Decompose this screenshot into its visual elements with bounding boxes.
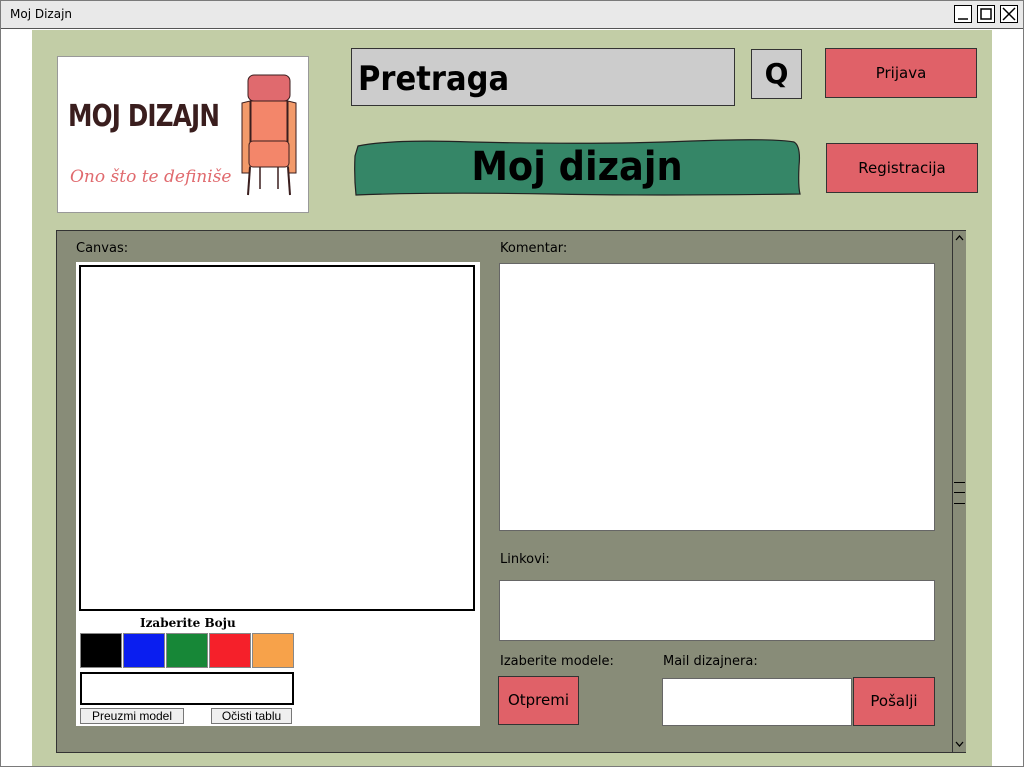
window-title: Moj Dizajn [10,7,73,21]
download-model-button[interactable]: Preuzmi model [80,708,184,724]
vertical-scrollbar[interactable] [952,231,966,752]
drawing-canvas[interactable] [79,265,475,611]
canvas-label: Canvas: [76,241,129,256]
scroll-thumb[interactable] [954,482,965,504]
send-button[interactable]: Pošalji [853,677,935,726]
models-label: Izaberite modele: [500,654,614,669]
search-input[interactable]: Pretraga [351,48,735,106]
site-banner: Moj dizajn [352,136,802,198]
canvas-section: Izaberite Boju Preuzmi model Očisti tabl… [76,262,480,726]
close-icon [1002,7,1016,21]
color-swatch-green[interactable] [166,633,208,668]
color-input[interactable] [80,672,294,705]
comment-textarea[interactable] [499,263,935,531]
scroll-up-icon[interactable] [953,232,966,244]
banner-title: Moj dizajn [471,144,683,190]
logo-tagline: Ono što te definiše [70,167,232,187]
search-button[interactable]: Q [751,49,802,99]
close-button[interactable] [1000,5,1018,23]
logo[interactable]: MOJ DIZAJN Ono što te definiše [57,56,309,213]
minimize-button[interactable] [954,5,972,23]
color-swatch-orange[interactable] [252,633,294,668]
links-label: Linkovi: [500,552,550,567]
color-swatch-black[interactable] [80,633,122,668]
title-bar: Moj Dizajn [0,0,1024,29]
search-placeholder: Pretraga [358,59,510,99]
upload-button[interactable]: Otpremi [498,676,579,725]
app-container: MOJ DIZAJN Ono što te definiše Pretraga … [32,30,992,766]
login-button[interactable]: Prijava [825,48,977,98]
minimize-icon [958,18,968,20]
comment-label: Komentar: [500,241,568,256]
color-swatch-red[interactable] [209,633,251,668]
logo-title: MOJ DIZAJN [68,99,220,134]
scroll-down-icon[interactable] [953,738,966,750]
register-button[interactable]: Registracija [826,143,978,193]
mail-label: Mail dizajnera: [663,654,758,669]
color-picker-title: Izaberite Boju [140,616,236,630]
maximize-icon [980,8,992,20]
maximize-button[interactable] [977,5,995,23]
armchair-icon [241,74,297,196]
color-swatch-blue[interactable] [123,633,165,668]
designer-mail-input[interactable] [662,678,852,726]
links-input[interactable] [499,580,935,641]
clear-board-button[interactable]: Očisti tablu [211,708,292,724]
